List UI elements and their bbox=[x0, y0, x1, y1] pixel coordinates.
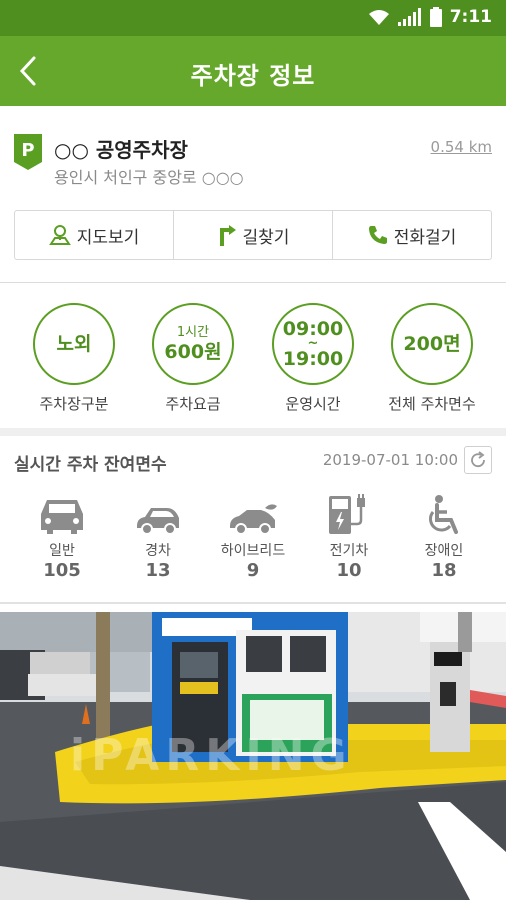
fee-label: 주차요금 bbox=[165, 395, 221, 413]
hybrid-car-icon bbox=[230, 504, 277, 535]
divider bbox=[0, 602, 506, 604]
category-count: 18 bbox=[431, 560, 457, 581]
refresh-icon bbox=[471, 451, 485, 468]
directions-label: 길찾기 bbox=[242, 227, 290, 248]
summary-type: 노외 주차장구분 bbox=[24, 303, 124, 414]
summary-spaces: 200면 전체 주차면수 bbox=[382, 303, 482, 414]
fee-unit: 1시간 bbox=[176, 325, 210, 340]
clock: 7:11 bbox=[449, 7, 492, 27]
category-compact: 경차 13 bbox=[113, 494, 203, 581]
category-name: 일반 bbox=[49, 543, 75, 559]
refresh-button[interactable] bbox=[464, 446, 492, 474]
lot-photo: iPARKING bbox=[0, 612, 506, 900]
category-name: 전기차 bbox=[329, 543, 369, 559]
compact-car-icon bbox=[137, 508, 179, 535]
section-separator bbox=[0, 428, 506, 436]
call-label: 전화걸기 bbox=[393, 227, 457, 248]
lot-name: ○○ 공영주차장 bbox=[54, 138, 188, 162]
type-value: 노외 bbox=[56, 333, 92, 355]
category-name: 경차 bbox=[145, 543, 171, 559]
realtime-updated: 2019-07-01 10:00 bbox=[322, 451, 458, 469]
lot-summary: 노외 주차장구분 1시간 600원 주차요금 09:00 ~ 19:00 운영시… bbox=[0, 283, 506, 428]
category-ev: 전기차 10 bbox=[304, 494, 394, 581]
ev-charger-icon bbox=[329, 494, 365, 534]
page-title: 주차장 정보 bbox=[190, 62, 316, 90]
wheelchair-icon bbox=[429, 495, 458, 534]
spaces-value: 200면 bbox=[403, 333, 461, 355]
app-header: 주차장 정보 bbox=[0, 36, 506, 106]
status-bar: 7:11 bbox=[0, 0, 506, 36]
phone-icon bbox=[368, 226, 387, 244]
category-count: 13 bbox=[145, 560, 171, 581]
call-button[interactable]: 전화걸기 bbox=[333, 211, 491, 259]
signal-icon bbox=[397, 8, 421, 26]
spaces-circle: 200면 bbox=[391, 303, 473, 385]
battery-icon bbox=[429, 7, 442, 27]
category-count: 10 bbox=[336, 560, 362, 581]
view-map-label: 지도보기 bbox=[76, 227, 140, 248]
action-bar: 지도보기 길찾기 전화걸기 bbox=[14, 210, 492, 260]
category-hybrid: 하이브리드 9 bbox=[208, 494, 298, 581]
wifi-icon bbox=[368, 10, 389, 25]
directions-icon bbox=[219, 225, 236, 246]
hours-label: 운영시간 bbox=[285, 395, 341, 413]
hours-close: 19:00 bbox=[282, 348, 344, 370]
category-disabled: 장애인 18 bbox=[399, 494, 489, 581]
category-name: 하이브리드 bbox=[220, 543, 286, 559]
distance-label[interactable]: 0.54 km bbox=[431, 138, 492, 156]
hours-circle: 09:00 ~ 19:00 bbox=[272, 303, 354, 385]
fee-value: 600원 bbox=[164, 341, 222, 363]
category-count: 9 bbox=[246, 560, 260, 581]
summary-hours: 09:00 ~ 19:00 운영시간 bbox=[263, 303, 363, 414]
lot-address: 용인시 처인구 중앙로 ○○○ bbox=[54, 168, 244, 187]
category-general: 일반 105 bbox=[17, 494, 107, 581]
lot-info: P ○○ 공영주차장 용인시 처인구 중앙로 ○○○ 0.54 km 지도보기 … bbox=[0, 106, 506, 282]
spaces-label: 전체 주차면수 bbox=[388, 395, 476, 413]
car-icon bbox=[41, 500, 83, 534]
fee-circle: 1시간 600원 bbox=[152, 303, 234, 385]
realtime-availability: 실시간 주차 잔여면수 2019-07-01 10:00 일반 105 경차 1… bbox=[0, 436, 506, 606]
view-map-button[interactable]: 지도보기 bbox=[15, 211, 174, 259]
hours-separator: ~ bbox=[307, 336, 319, 351]
parking-icon: P bbox=[14, 134, 42, 170]
realtime-title: 실시간 주차 잔여면수 bbox=[14, 455, 167, 475]
photo-watermark: iPARKING bbox=[70, 730, 353, 781]
parking-badge-text: P bbox=[21, 140, 34, 161]
summary-fee: 1시간 600원 주차요금 bbox=[143, 303, 243, 414]
directions-button[interactable]: 길찾기 bbox=[174, 211, 333, 259]
category-count: 105 bbox=[43, 560, 81, 581]
type-circle: 노외 bbox=[33, 303, 115, 385]
category-name: 장애인 bbox=[424, 543, 464, 559]
type-label: 주차장구분 bbox=[39, 395, 109, 413]
map-pin-icon bbox=[48, 225, 71, 245]
